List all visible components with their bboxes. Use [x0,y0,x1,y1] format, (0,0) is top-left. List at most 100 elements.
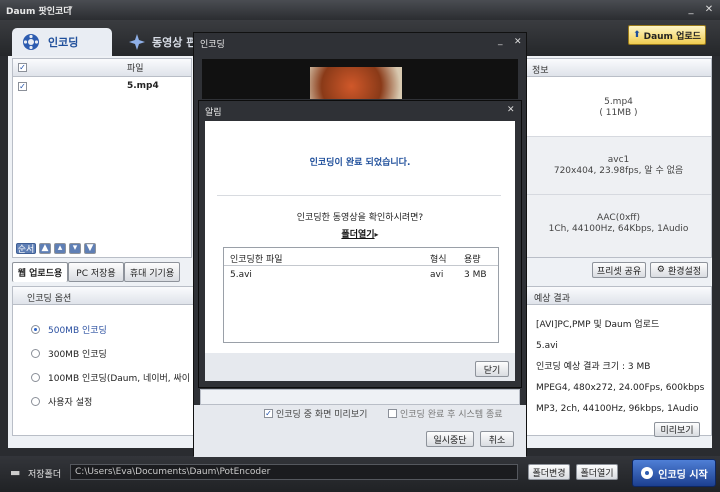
preview-button[interactable]: 미리보기 [654,422,700,437]
gear-icon: ⚙ [656,265,665,275]
file-row[interactable]: ✓ 5.mp4 [13,77,191,95]
info-audio-detail: 1Ch, 44100Hz, 64Kbps, 1Audio [548,224,689,234]
option-custom-radio[interactable] [31,396,40,406]
result-panel: 예상 결과 [AVI]PC,PMP 및 Daum 업로드 5.avi 인코딩 예… [525,286,712,436]
alert-dialog-close[interactable]: ✕ [507,105,515,115]
preview-frame-image [310,67,402,99]
preset-share-button[interactable]: 프리셋 공유 [592,262,646,278]
tab-mobile[interactable]: 휴대 기기용 [124,262,180,282]
move-down-icon[interactable]: ▾ [69,242,81,254]
shutdown-after-label: 인코딩 완료 후 시스템 종료 [400,410,503,420]
info-video-codec: avc1 [607,155,630,165]
tab-encoding-label: 인코딩 [48,36,79,49]
option-300mb-radio[interactable] [31,348,40,358]
option-custom[interactable]: 사용자 설정 [31,389,193,413]
bottom-bar: ▬ 저장폴더 C:\Users\Eva\Documents\Daum\PotEn… [0,456,720,492]
encoding-dialog-title: 인코딩 [200,40,225,50]
option-500mb[interactable]: 500MB 인코딩 [31,317,193,341]
shutdown-after-option[interactable]: 인코딩 완료 후 시스템 종료 [388,407,503,420]
encoding-dialog-close[interactable]: ✕ [514,37,522,47]
result-size: 인코딩 예상 결과 크기 : 3 MB [536,362,651,372]
change-folder-button[interactable]: 폴더변경 [528,464,570,480]
move-bottom-icon[interactable]: ▼ [84,242,96,254]
file-list-header: ✓ 파일 [13,59,191,77]
file-list: ✓ 파일 ✓ 5.mp4 [12,58,192,258]
file-row-checkbox[interactable]: ✓ [18,81,27,91]
start-encoding-label: 인코딩 시작 [658,469,708,481]
alert-message: 인코딩이 완료 되었습니다. [309,158,411,168]
alert-close-button[interactable]: 닫기 [475,361,509,377]
col-file-header: 인코딩한 파일 [230,255,283,265]
options-panel: 인코딩 옵션 500MB 인코딩 300MB 인코딩 100MB 인코딩(Dau… [12,286,194,436]
chevron-right-icon: ▸ [374,230,379,239]
order-label: 순서 [16,242,36,255]
preview-during-option[interactable]: ✓ 인코딩 중 화면 미리보기 [264,407,367,420]
app-title: Daum 팟인코더 [6,7,72,17]
col-size-header: 용량 [464,255,481,265]
cancel-button[interactable]: 취소 [480,431,514,447]
preview-during-label: 인코딩 중 화면 미리보기 [276,410,368,420]
app-titlebar: Daum 팟인코더 ▾ _ ✕ [0,0,720,20]
result-lines: [AVI]PC,PMP 및 Daum 업로드 5.avi 인코딩 예상 결과 크… [526,305,711,420]
info-audio-codec: AAC(0xff) [597,213,640,223]
tab-pc-save[interactable]: PC 저장용 [68,262,124,282]
pause-button[interactable]: 일시중단 [426,431,474,447]
alert-dialog: 알림 ✕ 인코딩이 완료 되었습니다. 인코딩한 동영상을 확인하시려면? 폴더… [198,100,522,388]
move-up-icon[interactable]: ▴ [54,242,66,254]
info-video-block: avc1 720x404, 23.98fps, 알 수 없음 [526,137,711,195]
select-all-checkbox[interactable]: ✓ [18,63,27,72]
option-100mb-radio[interactable] [31,372,40,382]
info-header: 정보 [526,59,711,77]
table-row[interactable]: 5.avi avi 3 MB [224,266,498,284]
option-custom-label: 사용자 설정 [48,397,93,408]
close-button[interactable]: ✕ [702,3,716,17]
info-video-detail: 720x404, 23.98fps, 알 수 없음 [553,166,684,176]
alert-dialog-title: 알림 [205,108,222,118]
video-preview [202,59,518,99]
tab-web-upload[interactable]: 웹 업로드용 [12,262,68,282]
move-top-icon[interactable]: ▲ [39,242,51,254]
row-format: avi [430,270,444,280]
minimize-button[interactable]: _ [684,3,698,17]
title-menu-chevron-icon[interactable]: ▾ [68,4,73,14]
result-video: MPEG4, 480x272, 24.00Fps, 600kbps [536,383,705,393]
save-path-field[interactable]: C:\Users\Eva\Documents\Daum\PotEncoder [70,464,518,480]
encoded-files-table: 인코딩한 파일 형식 용량 5.avi avi 3 MB [223,247,499,343]
reel-icon [641,467,654,479]
preview-during-checkbox[interactable]: ✓ [264,409,273,418]
info-file-block: 5.mp4 ( 11MB ) [526,77,711,137]
option-300mb-label: 300MB 인코딩 [48,349,107,360]
upload-arrow-icon: ⬆ [633,30,641,40]
alert-footer [205,353,515,381]
result-profile: [AVI]PC,PMP 및 Daum 업로드 [536,320,660,330]
info-audio-block: AAC(0xff) 1Ch, 44100Hz, 64Kbps, 1Audio [526,195,711,257]
option-100mb-label: 100MB 인코딩(Daum, 네이버, 싸이 [48,373,191,384]
row-size: 3 MB [464,270,487,280]
table-header-row: 인코딩한 파일 형식 용량 [224,248,498,266]
col-format-header: 형식 [430,255,447,265]
alert-open-folder-link[interactable]: 폴더열기 [341,230,374,240]
settings-button[interactable]: ⚙ 환경설정 [650,262,708,278]
shutdown-after-checkbox[interactable] [388,409,397,418]
option-300mb[interactable]: 300MB 인코딩 [31,341,193,365]
alert-body: 인코딩이 완료 되었습니다. 인코딩한 동영상을 확인하시려면? 폴더열기▸ 인… [205,121,515,381]
option-500mb-radio[interactable] [31,324,40,334]
start-encoding-button[interactable]: 인코딩 시작 [632,459,716,487]
daum-upload-label: Daum 업로드 [643,31,701,42]
option-500mb-label: 500MB 인코딩 [48,325,107,336]
encoding-dialog-minimize[interactable]: _ [498,36,503,46]
info-panel: 정보 5.mp4 ( 11MB ) avc1 720x404, 23.98fps… [525,58,712,258]
options-list: 500MB 인코딩 300MB 인코딩 100MB 인코딩(Daum, 네이버,… [13,305,193,413]
encoding-progress-area [200,389,520,405]
option-100mb[interactable]: 100MB 인코딩(Daum, 네이버, 싸이 [31,365,193,389]
result-header: 예상 결과 [526,287,711,305]
alert-open-folder[interactable]: 폴더열기▸ [205,227,515,240]
open-folder-button[interactable]: 폴더열기 [576,464,618,480]
file-column-header: 파일 [127,64,144,74]
tab-encoding[interactable]: 인코딩 [12,28,112,56]
row-file: 5.avi [230,270,252,280]
settings-label: 환경설정 [667,266,702,277]
order-toolbar: 순서 ▲ ▴ ▾ ▼ [12,240,192,256]
alert-divider [217,195,501,196]
daum-upload-button[interactable]: ⬆ Daum 업로드 [628,25,706,45]
